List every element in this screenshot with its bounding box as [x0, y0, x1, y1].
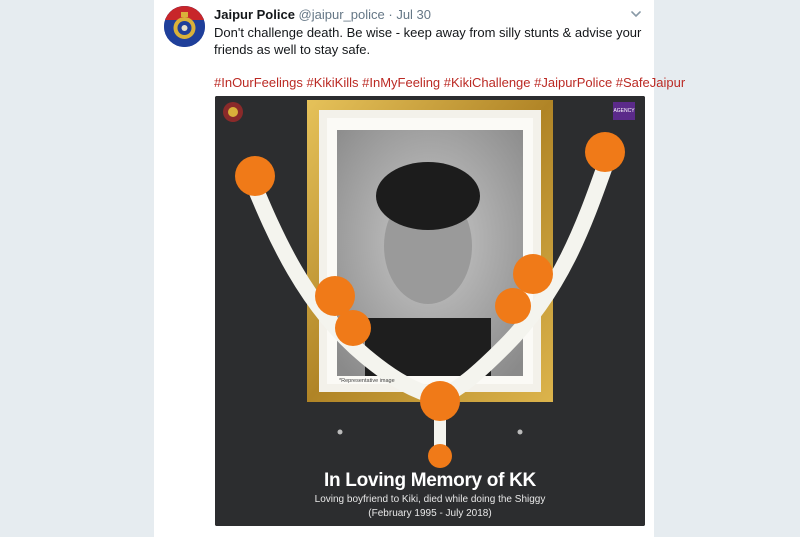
tweet-text: Don't challenge death. Be wise - keep aw… [214, 25, 642, 57]
chevron-down-icon[interactable] [630, 8, 642, 20]
author-name[interactable]: Jaipur Police [214, 7, 299, 22]
marigold-flower [495, 288, 531, 324]
agency-badge: AGENCY [613, 102, 635, 120]
hashtag-list: #InOurFeelings #KikiKills #InMyFeeling #… [214, 74, 685, 91]
memorial-illustration [215, 96, 645, 526]
memorial-title: In Loving Memory of KK [324, 470, 536, 491]
memorial-dates: (February 1995 - July 2018) [368, 508, 492, 519]
hashtag-link[interactable]: #InOurFeelings [214, 75, 307, 90]
tweet-media-image[interactable]: *Representative image AGENCY In Loving M… [215, 96, 645, 526]
tweet-header: Jaipur Police @jaipur_police · Jul 30 [214, 7, 431, 23]
marigold-flower [335, 310, 371, 346]
timestamp[interactable]: Jul 30 [396, 7, 431, 22]
tweet-card[interactable]: Jaipur Police @jaipur_police · Jul 30 Do… [154, 0, 685, 537]
marigold-flower [235, 156, 275, 196]
memorial-subtitle: Loving boyfriend to Kiki, died while doi… [314, 494, 546, 505]
hashtag-link[interactable]: #InMyFeeling [362, 75, 444, 90]
marigold-flower [585, 132, 625, 172]
marigold-flower [420, 381, 460, 421]
representative-image-note: *Representative image [339, 378, 395, 384]
marigold-flower [315, 276, 355, 316]
hashtag-link[interactable]: #JaipurPolice [534, 75, 616, 90]
hashtag-link[interactable]: #SafeJaipur [616, 75, 685, 90]
marigold-flower [428, 444, 452, 468]
author-handle[interactable]: @jaipur_police [299, 7, 389, 22]
police-emblem-icon [164, 6, 205, 47]
hashtag-link[interactable]: #KikiKills [307, 75, 363, 90]
hashtag-link[interactable]: #KikiChallenge [444, 75, 534, 90]
marigold-flower [513, 254, 553, 294]
avatar[interactable] [164, 6, 205, 47]
